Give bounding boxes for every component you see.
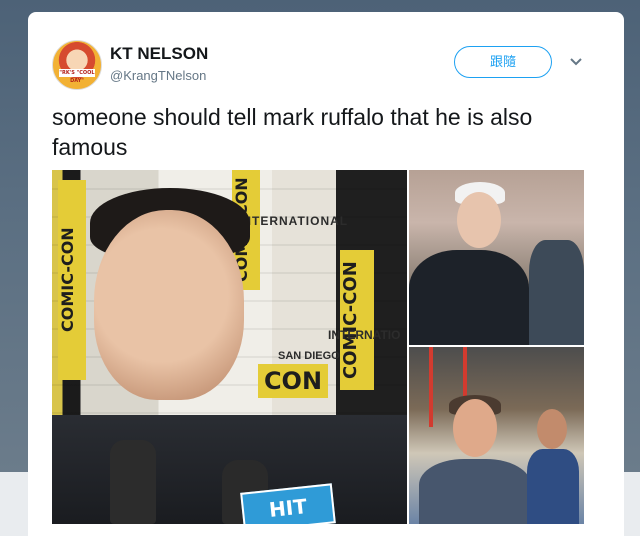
tweet-media-grid[interactable]: COMIC-CON COMIC-CON COMIC-CON INTERNATIO… [52,170,584,524]
tweet-card: "RK'S "COOL DAY" KT NELSON @KrangTNelson… [28,12,624,536]
avatar-text: "RK'S "COOL DAY" [59,69,95,84]
tweet-text: someone should tell mark ruffalo that he… [52,104,533,160]
background-person-shirt [527,449,579,524]
comic-con-sign-left: COMIC-CON [58,180,86,380]
con-sign: CON [258,364,328,398]
international-text: INTERNATIONAL [238,214,349,228]
media-photo-top-right[interactable] [409,170,584,345]
chevron-down-icon[interactable] [566,52,586,72]
microphone-left [110,440,156,524]
person-head [457,192,501,248]
author-name[interactable]: KT NELSON [110,44,208,64]
person-face [94,210,244,400]
person-coat [409,250,529,345]
comic-con-sign-right: COMIC-CON [340,250,374,390]
media-photo-bottom-right[interactable] [409,347,584,524]
person-head-smiling [453,399,497,457]
internatio-text: INTERNATIO [328,328,401,342]
san-diego-text: SAN DIEGO [278,350,340,362]
author-avatar[interactable]: "RK'S "COOL DAY" [52,40,102,90]
person-blazer [419,459,531,524]
background-person-head [537,409,567,449]
author-handle[interactable]: @KrangTNelson [110,68,206,83]
person-side [529,240,584,345]
follow-button[interactable]: 跟隨 [454,46,552,78]
media-photo-main[interactable]: COMIC-CON COMIC-CON COMIC-CON INTERNATIO… [52,170,407,524]
